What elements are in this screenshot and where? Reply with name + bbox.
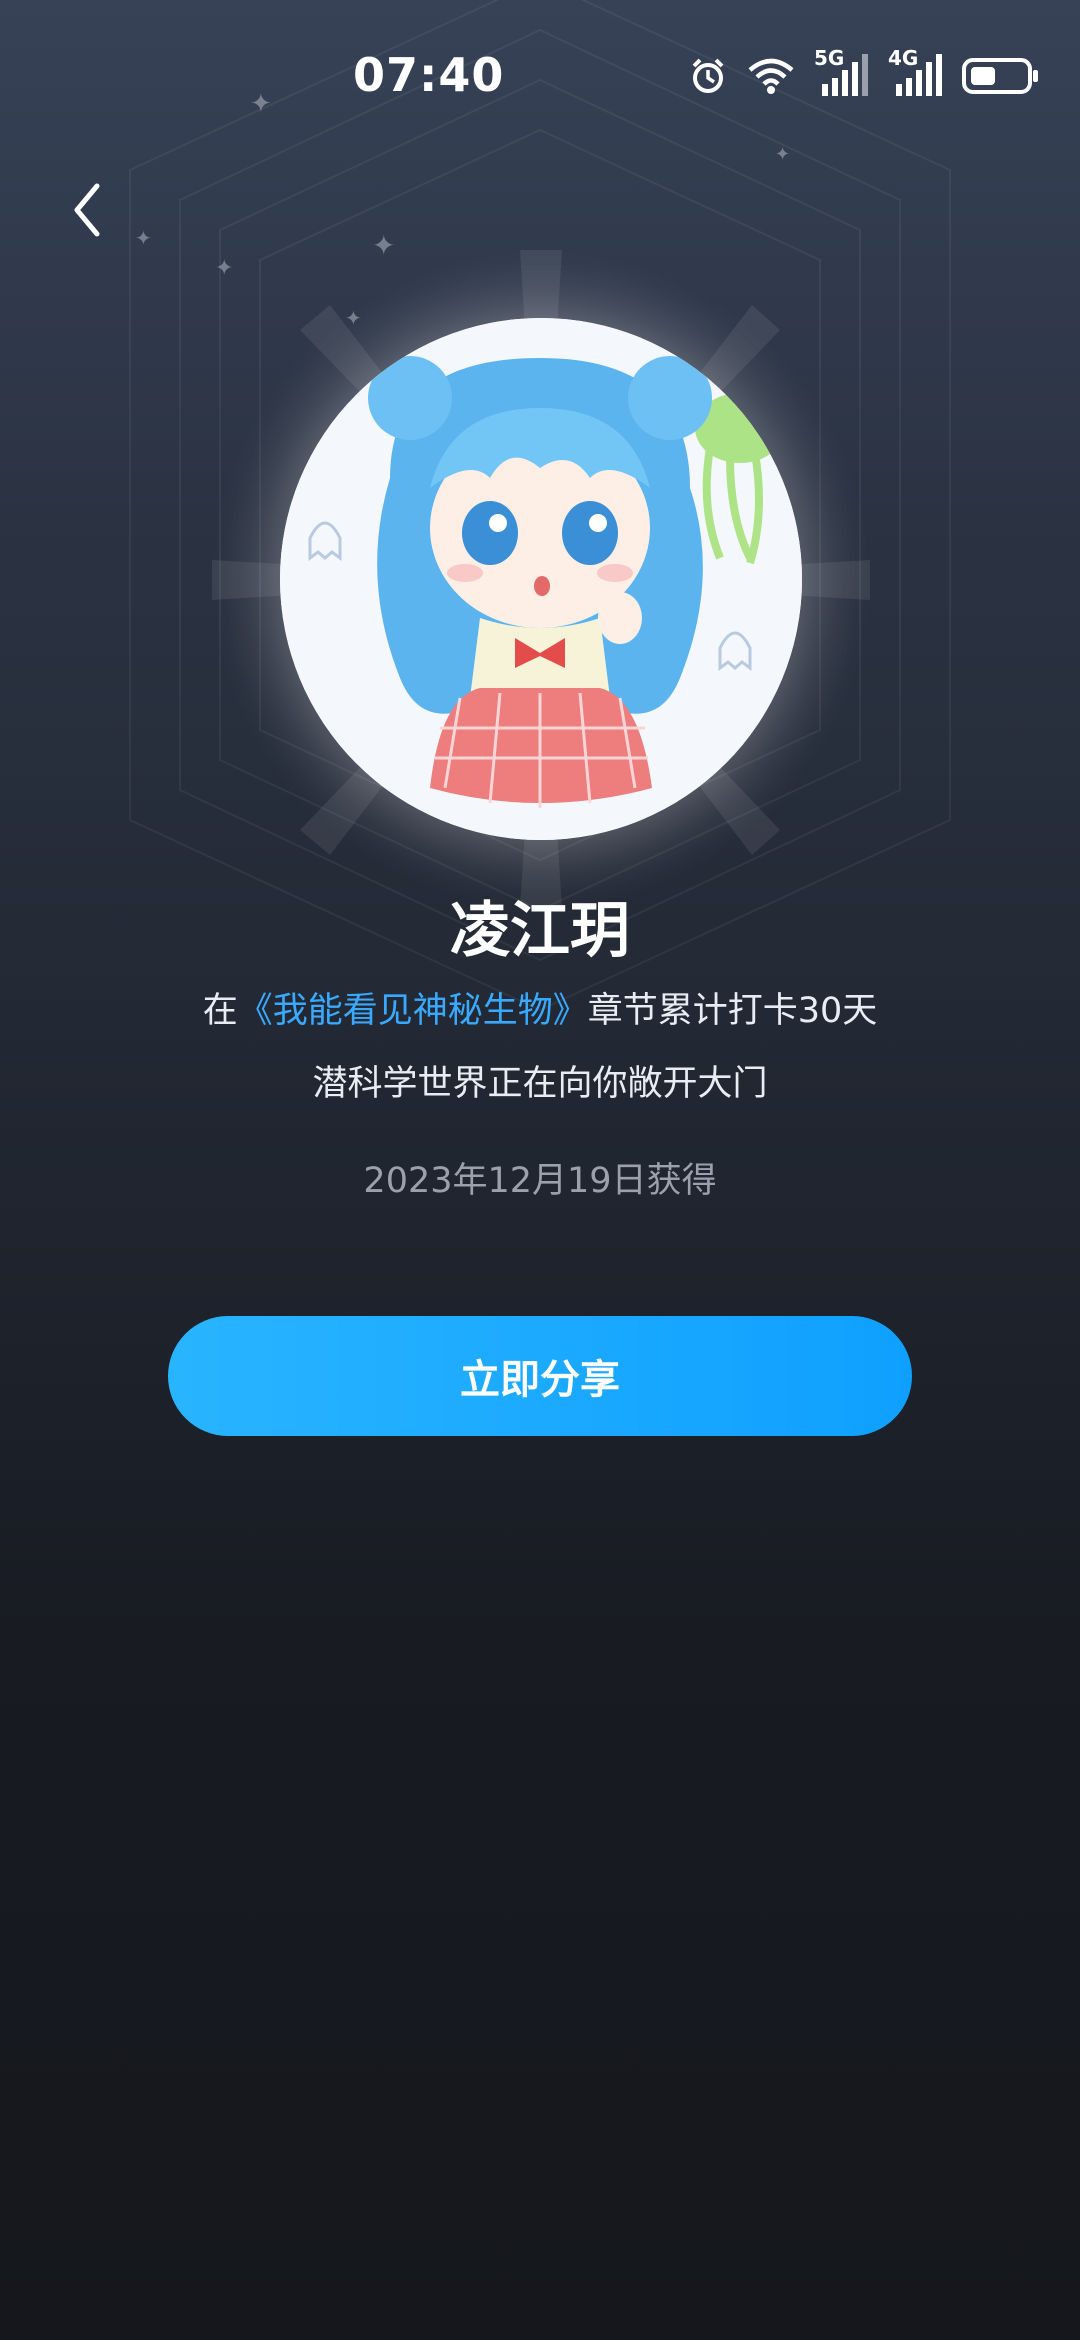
status-icons: 5G 4G bbox=[688, 46, 1040, 100]
svg-text:✦: ✦ bbox=[372, 229, 395, 262]
svg-text:✦: ✦ bbox=[345, 306, 362, 330]
alarm-icon bbox=[688, 56, 728, 96]
share-button-label: 立即分享 bbox=[460, 1357, 620, 1403]
status-bar: 07:40 5G 4G bbox=[0, 0, 1080, 160]
badge-description: 在《我能看见神秘生物》章节累计打卡30天 bbox=[0, 982, 1080, 1033]
battery-icon bbox=[962, 56, 1040, 96]
badge-subtitle: 潜科学世界正在向你敞开大门 bbox=[312, 1064, 768, 1104]
description-prefix: 在 bbox=[202, 991, 238, 1031]
badge-title: 凌江玥 bbox=[450, 896, 630, 966]
description-suffix: 章节累计打卡30天 bbox=[587, 991, 878, 1031]
signal-5g-icon: 5G bbox=[814, 46, 870, 98]
chevron-left-icon bbox=[74, 183, 100, 237]
book-title-link[interactable]: 《我能看见神秘生物》 bbox=[238, 991, 588, 1031]
share-button[interactable]: 立即分享 bbox=[168, 1316, 912, 1436]
wifi-icon bbox=[746, 56, 796, 96]
status-time: 07:40 bbox=[353, 48, 505, 102]
svg-text:✦: ✦ bbox=[215, 256, 233, 281]
back-button[interactable] bbox=[58, 175, 114, 245]
signal-4g-icon: 4G bbox=[888, 46, 944, 98]
badge-obtained-date: 2023年12月19日获得 bbox=[363, 1161, 717, 1201]
svg-text:✦: ✦ bbox=[135, 226, 152, 250]
badge-avatar-image bbox=[280, 318, 802, 840]
